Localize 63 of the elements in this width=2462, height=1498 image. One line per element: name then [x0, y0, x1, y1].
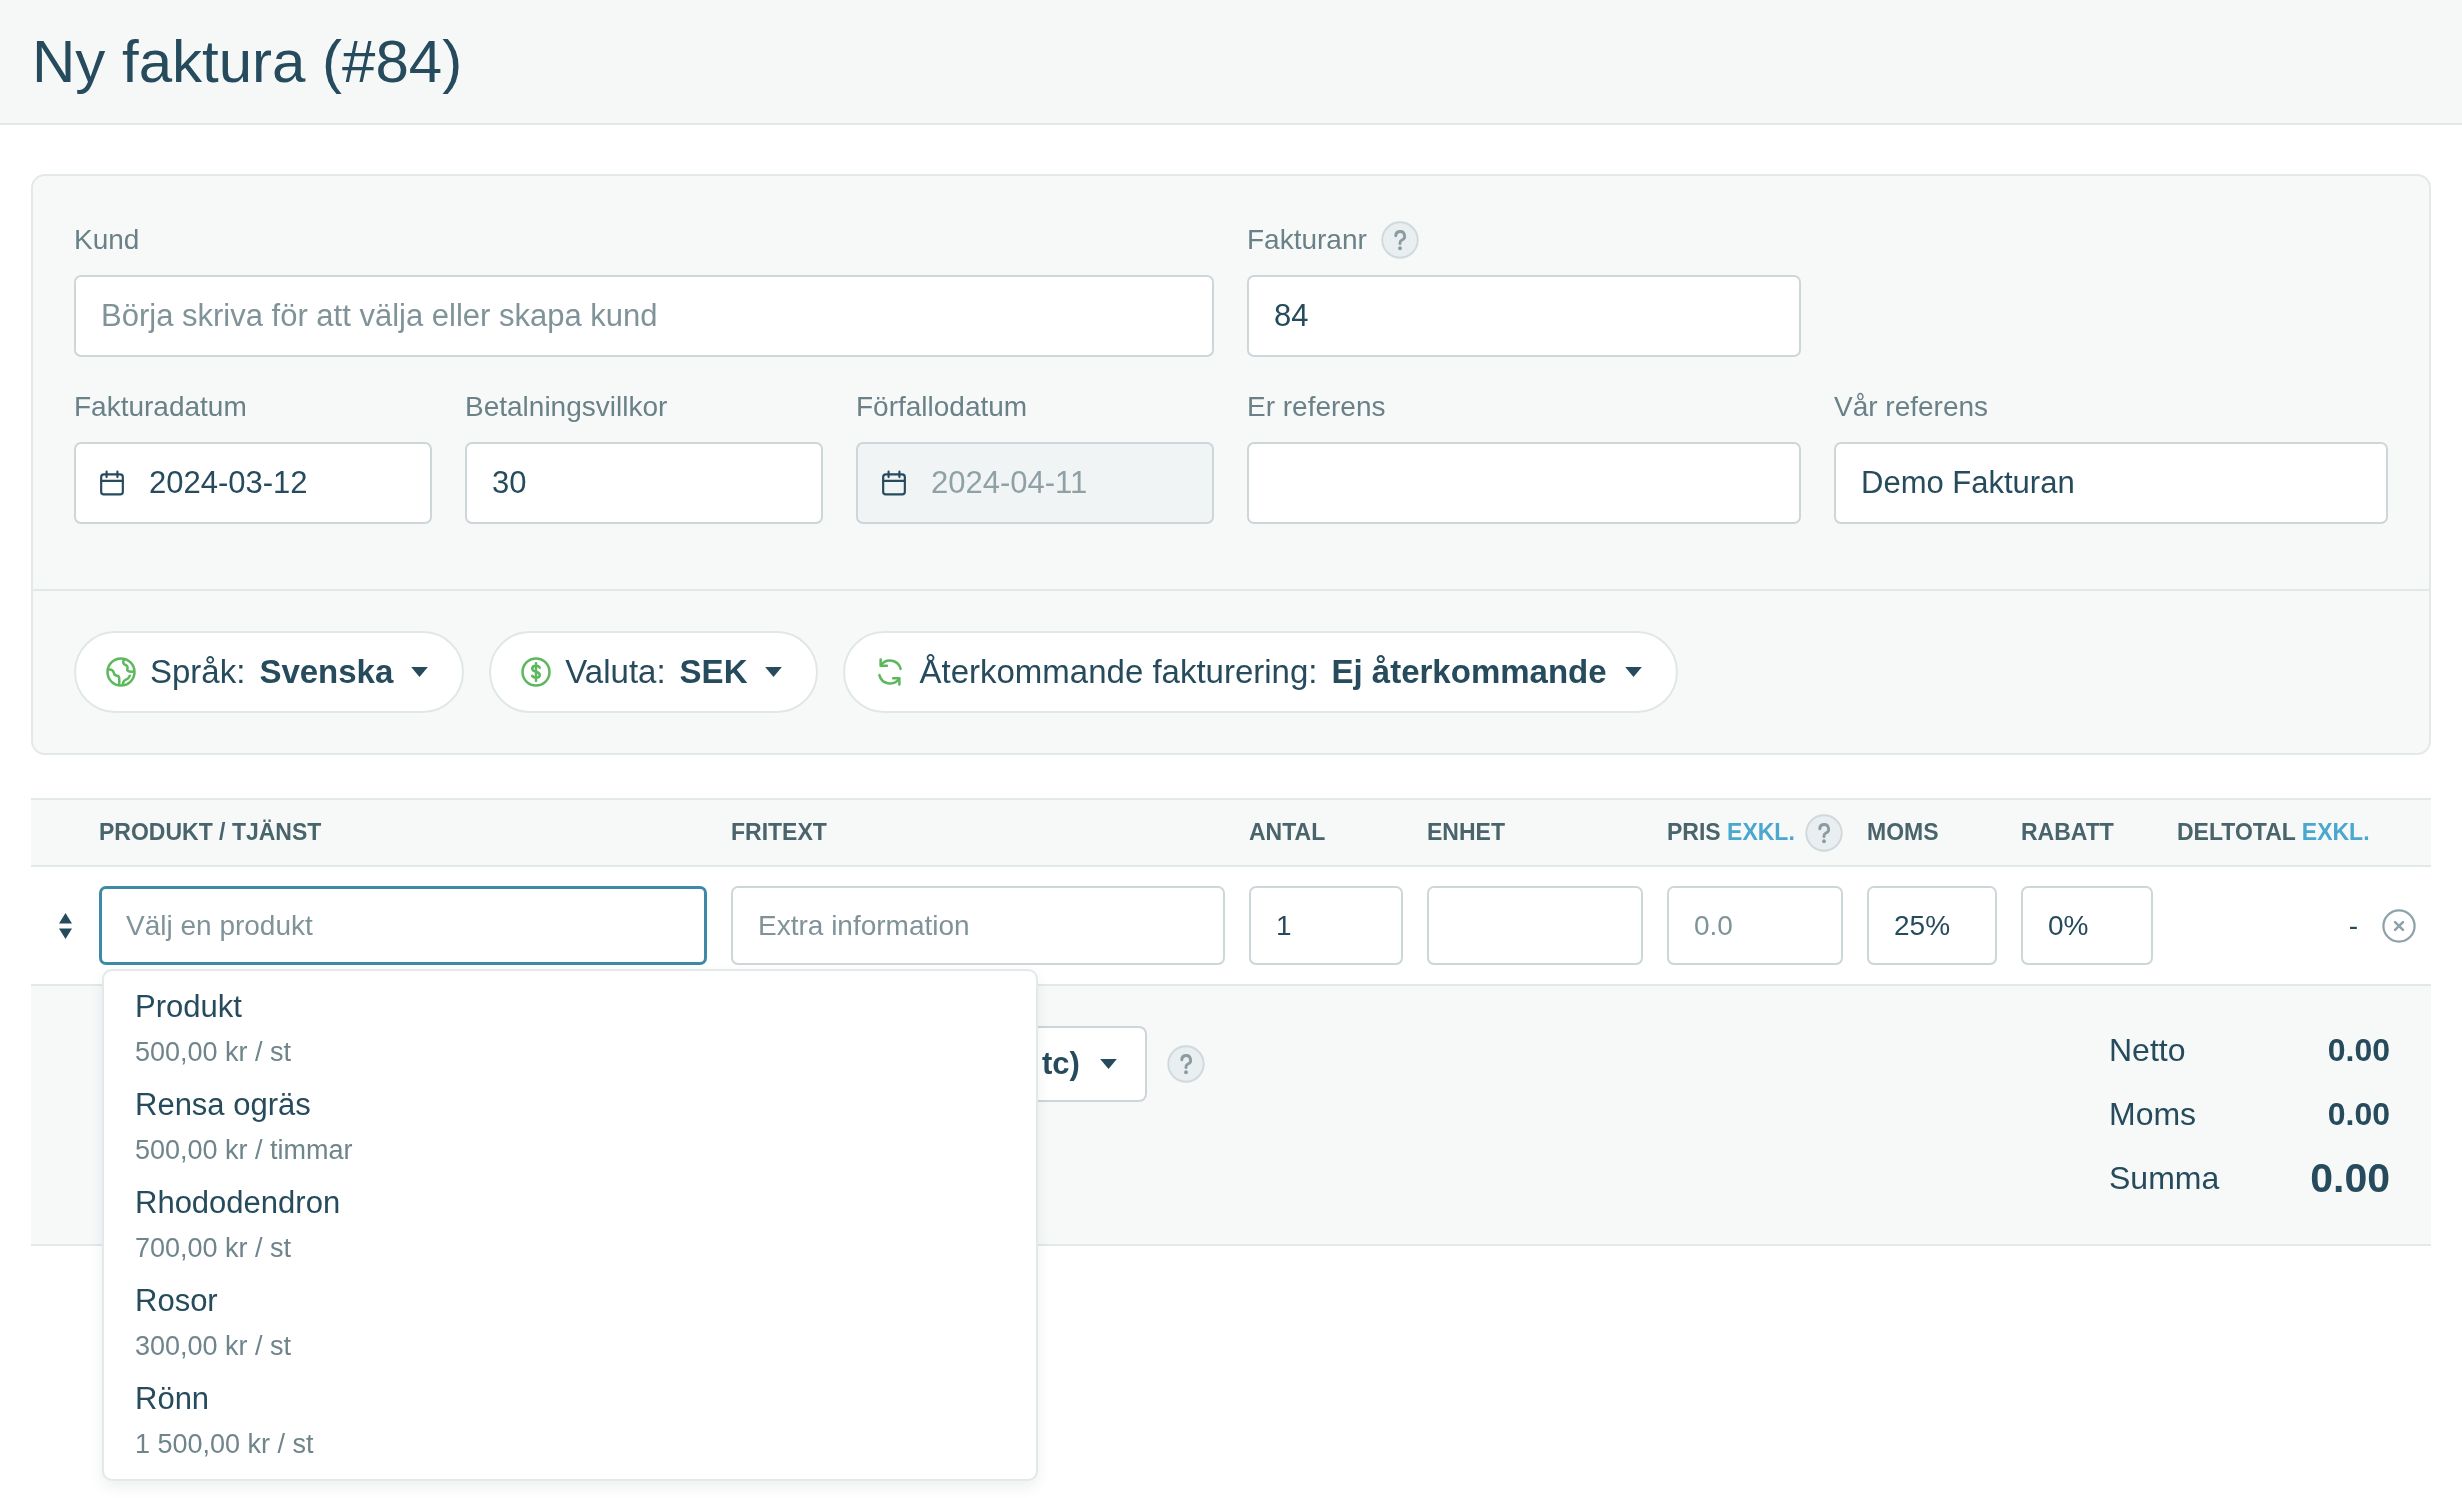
- help-icon[interactable]: [1166, 1045, 1205, 1083]
- help-icon[interactable]: [1804, 813, 1843, 852]
- product-option[interactable]: Rosor: [135, 1279, 218, 1323]
- product-option[interactable]: Rensa ogräs: [135, 1083, 311, 1127]
- dollar-icon: [521, 657, 552, 687]
- price-field[interactable]: 0.0: [1667, 886, 1843, 965]
- globe-icon: [106, 657, 136, 687]
- option-price: 1 500,00 kr / st: [135, 1428, 314, 1461]
- discount-field[interactable]: 0%: [2021, 886, 2153, 965]
- caret-icon: [1099, 1059, 1117, 1069]
- text-field[interactable]: Börja skriva för att välja eller skapa kund: [74, 275, 1214, 357]
- product-option[interactable]: Rönn: [135, 1377, 210, 1421]
- option-price: 700,00 kr / st: [135, 1232, 292, 1265]
- calendar-icon: [881, 470, 907, 496]
- caret-icon: [1624, 667, 1642, 677]
- recurring-dropdown[interactable]: Återkommande fakturering: Ej återkommande: [843, 631, 1678, 713]
- caret-icon: [411, 667, 429, 677]
- column-header: ENHET: [1427, 819, 1505, 846]
- date-field[interactable]: 2024-03-12: [74, 442, 432, 524]
- caret-icon: [765, 667, 783, 677]
- language-dropdown[interactable]: Språk: Svenska: [74, 631, 465, 713]
- field-label: Vår referens: [1834, 391, 1989, 423]
- total-value: 0.00: [2310, 1154, 2390, 1202]
- description-field[interactable]: Extra information: [731, 886, 1225, 965]
- product-field[interactable]: Välj en produkt: [99, 886, 707, 965]
- column-header: DELTOTAL EXKL.: [2177, 819, 2370, 846]
- column-header: PRIS EXKL.: [1667, 819, 1795, 846]
- column-header: MOMS: [1867, 819, 1939, 846]
- total-label: Moms: [2109, 1095, 2197, 1133]
- remove-icon[interactable]: [2382, 908, 2416, 943]
- unit-field[interactable]: [1427, 886, 1643, 965]
- text-field[interactable]: 30: [465, 442, 823, 524]
- total-label: Netto: [2109, 1031, 2186, 1069]
- field-label: Förfallodatum: [856, 391, 1028, 423]
- total-value: 0.00: [2327, 1031, 2390, 1069]
- option-price: 500,00 kr / st: [135, 1036, 292, 1069]
- column-header: ANTAL: [1249, 819, 1326, 846]
- select-button[interactable]: tc): [1038, 1026, 1147, 1102]
- total-label: Summa: [2109, 1159, 2220, 1197]
- product-option[interactable]: Rhododendron: [135, 1181, 341, 1225]
- page-title: Ny faktura (#84): [32, 27, 463, 96]
- text-field[interactable]: Demo Fakturan: [1834, 442, 2388, 524]
- option-price: 500,00 kr / timmar: [135, 1134, 353, 1167]
- column-header: RABATT: [2021, 819, 2114, 846]
- product-option[interactable]: Produkt: [135, 985, 242, 1029]
- help-icon[interactable]: [1380, 221, 1419, 259]
- field-label: Kund: [74, 224, 140, 256]
- field-label: Er referens: [1247, 391, 1386, 423]
- sort-arrows-icon[interactable]: [58, 912, 72, 939]
- column-header: FRITEXT: [731, 819, 827, 846]
- column-header: PRODUKT / TJÄNST: [99, 819, 322, 846]
- vat-field[interactable]: 25%: [1867, 886, 1997, 965]
- currency-dropdown[interactable]: Valuta: SEK: [489, 631, 819, 713]
- field-label: Fakturanr: [1247, 224, 1367, 256]
- text-field[interactable]: 84: [1247, 275, 1801, 357]
- quantity-field[interactable]: 1: [1249, 886, 1403, 965]
- calendar-icon: [99, 470, 125, 496]
- field-label: Fakturadatum: [74, 391, 247, 423]
- subtotal-value: -: [2348, 909, 2358, 942]
- option-price: 300,00 kr / st: [135, 1330, 292, 1363]
- text-field[interactable]: [1247, 442, 1801, 524]
- field-label: Betalningsvillkor: [465, 391, 668, 423]
- total-value: 0.00: [2327, 1095, 2390, 1133]
